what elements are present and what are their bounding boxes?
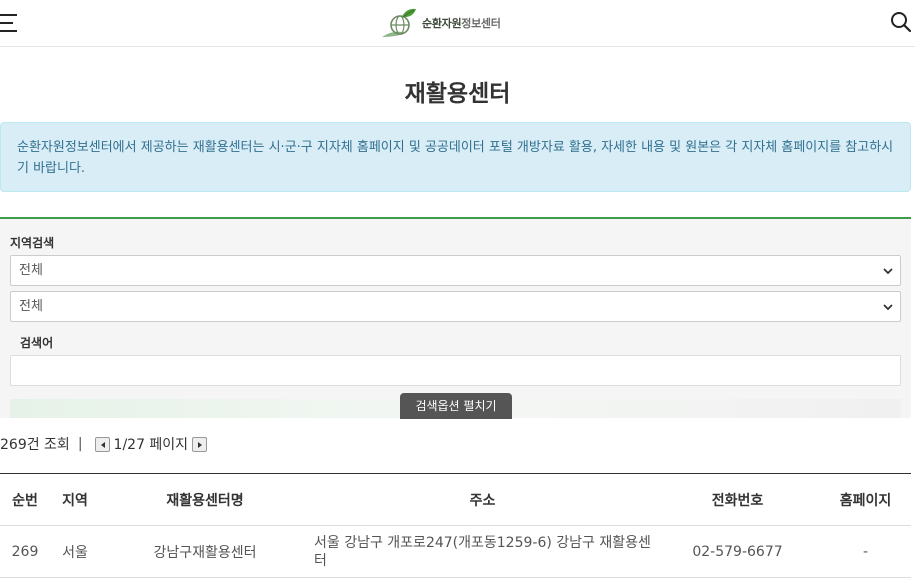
table-row[interactable]: 269 서울 강남구재활용센터 서울 강남구 개포로247(개포동1259-6)… [0, 525, 911, 578]
next-page-button[interactable] [192, 436, 208, 452]
table-header-row: 순번 지역 재활용센터명 주소 전화번호 홈페이지 [0, 473, 911, 526]
region-select-primary-value: 전체 [19, 263, 43, 278]
col-header-center-name: 재활용센터명 [100, 473, 310, 526]
menu-button[interactable] [0, 11, 22, 35]
col-header-number: 순번 [0, 473, 50, 526]
cell-center-name[interactable]: 강남구재활용센터 [100, 525, 310, 578]
region-select-secondary-value: 전체 [19, 299, 43, 314]
keyword-input[interactable] [10, 355, 901, 386]
col-header-homepage: 홈페이지 [820, 473, 911, 526]
region-select-primary[interactable]: 전체 [10, 255, 901, 286]
cell-address: 서울 강남구 개포로247(개포동1259-6) 강남구 재활용센터 [310, 525, 655, 578]
chevron-down-icon [883, 268, 893, 275]
chevron-right-icon [198, 441, 203, 448]
cell-number: 269 [0, 525, 50, 578]
hamburger-menu-icon [0, 30, 17, 32]
recycling-center-table: 순번 지역 재활용센터명 주소 전화번호 홈페이지 269 서울 강남구재활용센… [0, 473, 911, 578]
search-panel: 지역검색 전체 전체 검색어 검색옵션 펼치기 [0, 217, 911, 419]
logo-text-bold: 순환자원 [422, 17, 462, 30]
result-separator: | [77, 436, 83, 452]
col-header-region: 지역 [50, 473, 100, 526]
search-icon [891, 12, 912, 33]
globe-leaf-logo [382, 8, 416, 37]
search-button[interactable] [890, 11, 914, 35]
region-search-label: 지역검색 [10, 236, 55, 250]
expand-search-options-button[interactable]: 검색옵션 펼치기 [400, 393, 512, 419]
chevron-down-icon [883, 304, 893, 311]
result-count: 269건 조회 [0, 437, 70, 453]
logo-text: 순환자원정보센터 [422, 15, 501, 31]
page-title: 재활용센터 [404, 81, 511, 107]
site-logo[interactable]: 순환자원정보센터 [380, 6, 501, 40]
top-header: 순환자원정보센터 [0, 0, 915, 47]
cell-phone: 02-579-6677 [655, 525, 820, 578]
page-indicator: 1/27 페이지 [113, 437, 189, 453]
logo-text-light: 정보센터 [461, 17, 501, 30]
result-summary: 269건 조회 | 1/27 페이지 [0, 434, 211, 454]
prev-page-button[interactable] [94, 436, 110, 452]
cell-region: 서울 [50, 525, 100, 578]
info-notice: 순환자원정보센터에서 제공하는 재활용센터는 시·군·구 지자체 홈페이지 및 … [0, 122, 911, 192]
col-header-phone: 전화번호 [655, 473, 820, 526]
cell-homepage: - [820, 525, 911, 578]
col-header-address: 주소 [310, 473, 655, 526]
region-select-secondary[interactable]: 전체 [10, 291, 901, 322]
chevron-left-icon [100, 441, 105, 448]
keyword-label: 검색어 [20, 336, 54, 350]
hamburger-menu-icon [0, 22, 13, 24]
hamburger-menu-icon [0, 14, 17, 16]
